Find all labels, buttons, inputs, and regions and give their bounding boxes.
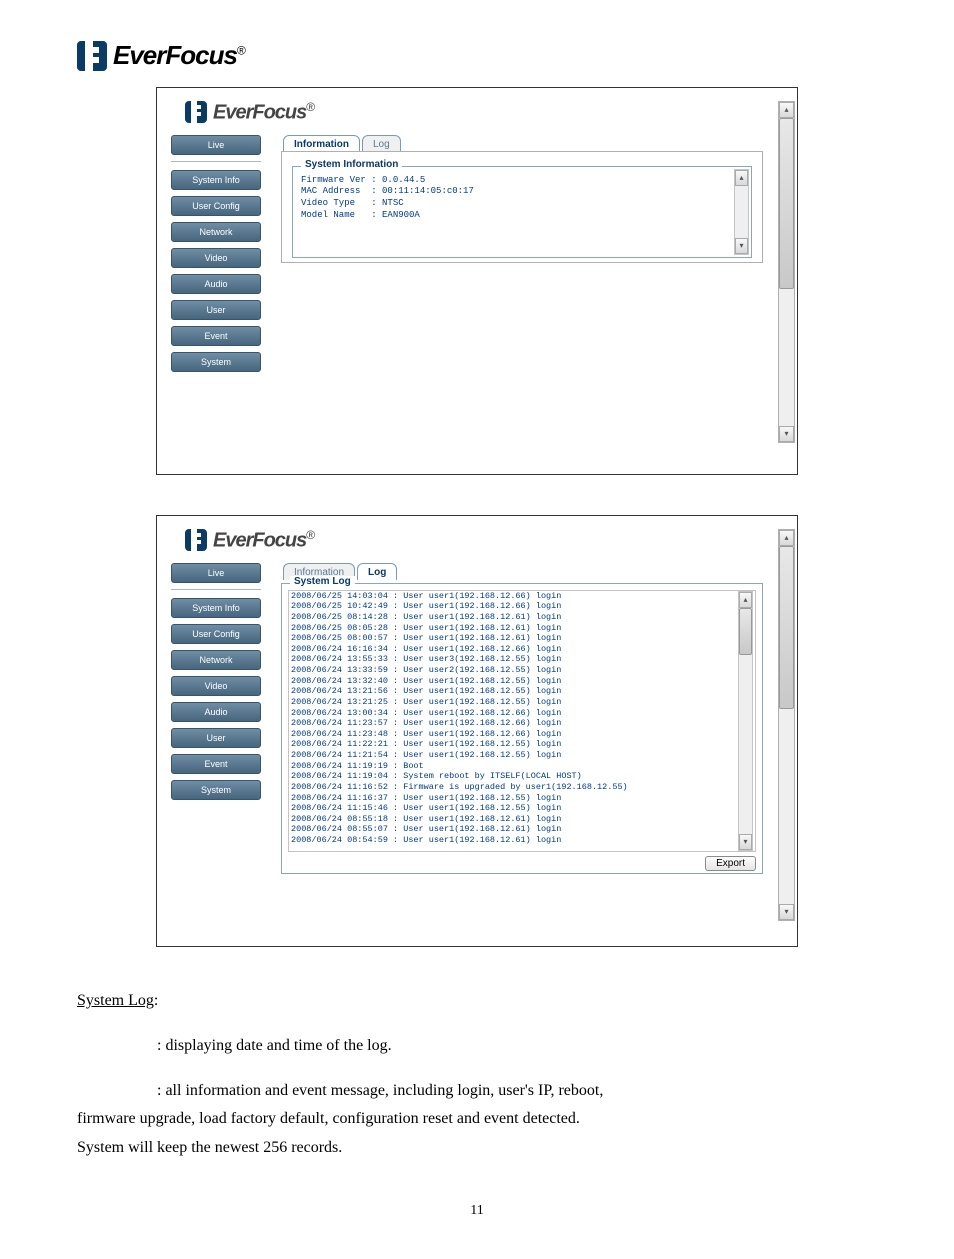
system-log-listbox[interactable]: 2008/06/25 14:03:04 : User user1(192.168… bbox=[288, 590, 756, 852]
tab-information[interactable]: Information bbox=[283, 135, 360, 152]
log-entry[interactable]: 2008/06/25 14:03:04 : User user1(192.168… bbox=[289, 591, 755, 602]
outer-scrollbar[interactable]: ▴ ▾ bbox=[778, 101, 795, 443]
log-entry[interactable]: 2008/06/24 16:16:34 : User user1(192.168… bbox=[289, 644, 755, 655]
log-entry[interactable]: 2008/06/24 13:33:59 : User user2(192.168… bbox=[289, 665, 755, 676]
log-entry[interactable]: 2008/06/24 11:23:57 : User user1(192.168… bbox=[289, 718, 755, 729]
nav-audio[interactable]: Audio bbox=[171, 702, 261, 722]
nav-system[interactable]: System bbox=[171, 352, 261, 372]
tab-bar: Information Log bbox=[283, 563, 763, 580]
log-entry[interactable]: 2008/06/24 13:32:40 : User user1(192.168… bbox=[289, 676, 755, 687]
log-entry[interactable]: 2008/06/25 08:05:28 : User user1(192.168… bbox=[289, 623, 755, 634]
nav-video[interactable]: Video bbox=[171, 248, 261, 268]
scroll-down-icon[interactable]: ▾ bbox=[739, 834, 752, 850]
system-log-legend: System Log bbox=[290, 576, 355, 587]
log-entry[interactable]: 2008/06/24 13:21:56 : User user1(192.168… bbox=[289, 686, 755, 697]
log-entry[interactable]: 2008/06/24 11:22:21 : User user1(192.168… bbox=[289, 739, 755, 750]
everfocus-logo-icon bbox=[77, 41, 107, 71]
scroll-up-icon[interactable]: ▴ bbox=[735, 170, 748, 186]
page-number: 11 bbox=[77, 1203, 877, 1219]
log-entry[interactable]: 2008/06/24 13:55:33 : User user3(192.168… bbox=[289, 654, 755, 665]
log-entry[interactable]: 2008/06/24 13:21:25 : User user1(192.168… bbox=[289, 697, 755, 708]
nav-event[interactable]: Event bbox=[171, 754, 261, 774]
nav-live[interactable]: Live bbox=[171, 563, 261, 583]
app-logo: EverFocus® bbox=[171, 100, 783, 125]
everfocus-logo-icon bbox=[185, 101, 207, 123]
information-panel: System Information Firmware Ver : 0.0.44… bbox=[281, 151, 763, 263]
log-entry[interactable]: 2008/06/24 11:16:52 : Firmware is upgrad… bbox=[289, 782, 755, 793]
side-navigation: Live System Info User Config Network Vid… bbox=[171, 563, 261, 806]
body-line-info-2: firmware upgrade, load factory default, … bbox=[77, 1105, 877, 1134]
log-entry[interactable]: 2008/06/24 08:55:18 : User user1(192.168… bbox=[289, 814, 755, 825]
nav-user-config[interactable]: User Config bbox=[171, 196, 261, 216]
nav-network[interactable]: Network bbox=[171, 222, 261, 242]
log-entry[interactable]: 2008/06/25 08:14:28 : User user1(192.168… bbox=[289, 612, 755, 623]
brand-name: EverFocus® bbox=[113, 40, 245, 71]
body-line-info-1: : all information and event message, inc… bbox=[157, 1077, 877, 1106]
everfocus-logo-icon bbox=[185, 529, 207, 551]
scroll-down-icon[interactable]: ▾ bbox=[735, 238, 748, 254]
nav-network[interactable]: Network bbox=[171, 650, 261, 670]
scroll-up-icon[interactable]: ▴ bbox=[779, 530, 794, 546]
tab-log[interactable]: Log bbox=[362, 135, 401, 152]
log-entry[interactable]: 2008/06/24 11:15:46 : User user1(192.168… bbox=[289, 803, 755, 814]
log-entry[interactable]: 2008/06/24 11:16:37 : User user1(192.168… bbox=[289, 793, 755, 804]
log-entry[interactable]: 2008/06/24 08:54:59 : User user1(192.168… bbox=[289, 835, 755, 846]
log-entry[interactable]: 2008/06/24 11:19:19 : Boot bbox=[289, 761, 755, 772]
nav-user-config[interactable]: User Config bbox=[171, 624, 261, 644]
system-info-values: Firmware Ver : 0.0.44.5 MAC Address : 00… bbox=[301, 175, 743, 222]
body-line-info-3: System will keep the newest 256 records. bbox=[77, 1134, 877, 1163]
nav-system-info[interactable]: System Info bbox=[171, 170, 261, 190]
page-header-logo: EverFocus® bbox=[77, 40, 877, 71]
section-heading-system-log: System Log bbox=[77, 992, 154, 1009]
tab-log[interactable]: Log bbox=[357, 563, 397, 580]
log-entry[interactable]: 2008/06/25 10:42:49 : User user1(192.168… bbox=[289, 601, 755, 612]
document-body-text: System Log: : displaying date and time o… bbox=[77, 987, 877, 1163]
export-button[interactable]: Export bbox=[705, 856, 756, 871]
screenshot-system-log: EverFocus® Live System Info User Config … bbox=[156, 515, 798, 947]
nav-event[interactable]: Event bbox=[171, 326, 261, 346]
nav-live[interactable]: Live bbox=[171, 135, 261, 155]
scroll-up-icon[interactable]: ▴ bbox=[739, 592, 752, 608]
nav-system-info[interactable]: System Info bbox=[171, 598, 261, 618]
screenshot-system-information: EverFocus® Live System Info User Config … bbox=[156, 87, 798, 475]
nav-user[interactable]: User bbox=[171, 300, 261, 320]
scroll-up-icon[interactable]: ▴ bbox=[779, 102, 794, 118]
scroll-down-icon[interactable]: ▾ bbox=[779, 426, 794, 442]
log-entry[interactable]: 2008/06/24 08:55:07 : User user1(192.168… bbox=[289, 824, 755, 835]
log-entry[interactable]: 2008/06/24 11:21:54 : User user1(192.168… bbox=[289, 750, 755, 761]
tab-bar: Information Log bbox=[283, 135, 763, 152]
body-line-date: : displaying date and time of the log. bbox=[157, 1032, 877, 1061]
system-information-legend: System Information bbox=[301, 159, 402, 170]
log-entry[interactable]: 2008/06/24 11:19:04 : System reboot by I… bbox=[289, 771, 755, 782]
log-entry[interactable]: 2008/06/24 13:00:34 : User user1(192.168… bbox=[289, 708, 755, 719]
nav-system[interactable]: System bbox=[171, 780, 261, 800]
app-logo: EverFocus® bbox=[171, 528, 783, 553]
nav-audio[interactable]: Audio bbox=[171, 274, 261, 294]
log-entry[interactable]: 2008/06/24 11:23:48 : User user1(192.168… bbox=[289, 729, 755, 740]
scroll-down-icon[interactable]: ▾ bbox=[779, 904, 794, 920]
nav-user[interactable]: User bbox=[171, 728, 261, 748]
log-entry[interactable]: 2008/06/25 08:00:57 : User user1(192.168… bbox=[289, 633, 755, 644]
outer-scrollbar[interactable]: ▴ ▾ bbox=[778, 529, 795, 921]
side-navigation: Live System Info User Config Network Vid… bbox=[171, 135, 261, 378]
nav-video[interactable]: Video bbox=[171, 676, 261, 696]
